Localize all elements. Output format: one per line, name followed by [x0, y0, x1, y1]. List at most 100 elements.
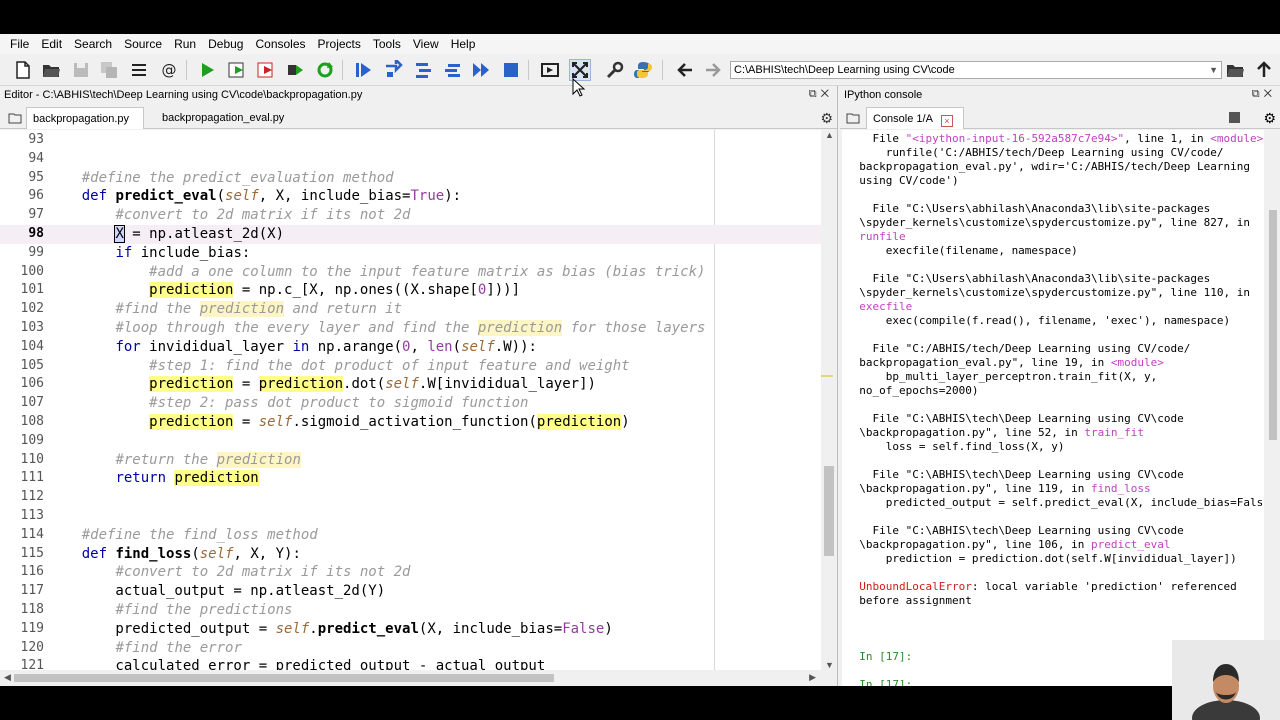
menu-source[interactable]: Source	[118, 34, 168, 54]
code-line[interactable]: 94	[0, 150, 822, 169]
editor-horizontal-scrollbar[interactable]: ◀ ▶	[0, 670, 822, 686]
file-browse-icon[interactable]	[8, 111, 22, 125]
code-line[interactable]: 113	[0, 507, 822, 526]
tab-backpropagation-eval[interactable]: backpropagation_eval.py×	[156, 107, 302, 148]
code-line[interactable]: 104 for invididual_layer in np.arange(0,…	[0, 338, 822, 357]
gear-icon[interactable]: ⚙	[1263, 110, 1276, 127]
debug-icon[interactable]	[352, 59, 374, 81]
preferences-wrench-icon[interactable]	[604, 59, 626, 81]
line-number: 94	[28, 150, 44, 166]
code-line[interactable]: 111 return prediction	[0, 469, 822, 488]
scroll-thumb[interactable]	[1269, 210, 1277, 440]
code-text: def predict_eval(self, X, include_bias=T…	[81, 188, 462, 205]
console-scrollbar[interactable]	[1266, 130, 1280, 686]
code-line[interactable]: 101 prediction = np.c_[X, np.ones((X.sha…	[0, 281, 822, 300]
step-into-icon[interactable]	[412, 59, 434, 81]
chevron-down-icon[interactable]: ▼	[1209, 62, 1218, 78]
console-line: \backpropagation.py", line 106, in predi…	[846, 538, 1171, 551]
code-line[interactable]: 120 #find the error	[0, 639, 822, 658]
tab-console-1a[interactable]: Console 1/A ×	[866, 107, 964, 129]
code-line[interactable]: 107 #step 2: pass dot product to sigmoid…	[0, 394, 822, 413]
browse-directory-icon[interactable]	[1224, 59, 1246, 81]
menu-consoles[interactable]: Consoles	[249, 34, 311, 54]
code-line[interactable]: 118 #find the predictions	[0, 601, 822, 620]
code-line[interactable]: 121 calculated_error = predicted_output …	[0, 657, 822, 670]
menu-edit[interactable]: Edit	[35, 34, 68, 54]
stop-debug-icon[interactable]	[500, 59, 522, 81]
run-cell-icon[interactable]	[226, 59, 248, 81]
menu-projects[interactable]: Projects	[312, 34, 367, 54]
scroll-left-icon[interactable]: ◀	[4, 672, 11, 683]
code-line[interactable]: 116 #convert to 2d matrix if its not 2d	[0, 563, 822, 582]
menu-run[interactable]: Run	[168, 34, 202, 54]
open-folder-icon[interactable]	[40, 59, 62, 81]
run-cell-advance-icon[interactable]	[255, 59, 277, 81]
code-line[interactable]: 93	[0, 131, 822, 150]
code-line[interactable]: 105 #step 1: find the dot product of inp…	[0, 357, 822, 376]
parent-directory-icon[interactable]	[1253, 59, 1275, 81]
menu-tools[interactable]: Tools	[367, 34, 407, 54]
undock-icon[interactable]: ⧉	[1252, 88, 1264, 100]
browse-tabs-icon[interactable]	[128, 59, 150, 81]
code-line[interactable]: 97 #convert to 2d matrix if its not 2d	[0, 206, 822, 225]
continue-icon[interactable]	[470, 59, 492, 81]
new-file-icon[interactable]	[12, 59, 34, 81]
menu-help[interactable]: Help	[445, 34, 482, 54]
run-selection-icon[interactable]	[284, 59, 306, 81]
run-icon[interactable]	[196, 59, 218, 81]
close-tab-icon[interactable]: ×	[940, 115, 953, 127]
code-text: for invididual_layer in np.arange(0, len…	[115, 338, 537, 355]
menu-search[interactable]: Search	[68, 34, 118, 54]
code-line[interactable]: 99 if include_bias:	[0, 244, 822, 263]
code-text: predicted_output = self.predict_eval(X, …	[48, 620, 613, 637]
code-line[interactable]: 115 def find_loss(self, X, Y):	[0, 545, 822, 564]
menu-file[interactable]: File	[4, 34, 35, 54]
stop-kernel-icon[interactable]	[1229, 112, 1240, 123]
tab-backpropagation[interactable]: backpropagation.py×	[26, 107, 144, 149]
save-all-icon[interactable]	[98, 59, 120, 81]
code-line[interactable]: 114 #define the find_loss method	[0, 526, 822, 545]
code-line[interactable]: 102 #find the prediction and return it	[0, 300, 822, 319]
code-line[interactable]: 108 prediction = self.sigmoid_activation…	[0, 413, 822, 432]
console-output[interactable]: File "<ipython-input-16-592a587c7e94>", …	[842, 130, 1264, 686]
file-browse-icon[interactable]	[846, 111, 860, 130]
save-icon[interactable]	[70, 59, 92, 81]
code-line[interactable]: 98 X = np.atleast_2d(X)	[0, 225, 822, 244]
code-text: #loop through the every layer and find t…	[115, 320, 706, 336]
working-directory-combo[interactable]: C:\ABHIS\tech\Deep Learning using CV\cod…	[730, 61, 1222, 79]
code-line[interactable]: 95 #define the predict_evaluation method	[0, 169, 822, 188]
step-icon[interactable]	[382, 59, 404, 81]
code-text: prediction = self.sigmoid_activation_fun…	[149, 414, 630, 430]
back-arrow-icon[interactable]	[674, 59, 696, 81]
menu-debug[interactable]: Debug	[202, 34, 249, 54]
editor-vertical-scrollbar[interactable]: ▲ ▼	[821, 130, 837, 670]
code-line[interactable]: 106 prediction = prediction.dot(self.W[i…	[0, 375, 822, 394]
code-line[interactable]: 117 actual_output = np.atleast_2d(Y)	[0, 582, 822, 601]
step-return-icon[interactable]	[442, 59, 464, 81]
code-line[interactable]: 103 #loop through the every layer and fi…	[0, 319, 822, 338]
editor-title: Editor - C:\ABHIS\tech\Deep Learning usi…	[4, 89, 363, 101]
code-line[interactable]: 100 #add a one column to the input featu…	[0, 263, 822, 282]
code-text: actual_output = np.atleast_2d(Y)	[48, 583, 386, 600]
code-line[interactable]: 96 def predict_eval(self, X, include_bia…	[0, 187, 822, 206]
scroll-right-icon[interactable]: ▶	[809, 672, 816, 683]
close-icon[interactable]: ✕	[1264, 88, 1276, 100]
scroll-thumb[interactable]	[14, 674, 554, 682]
rerun-icon[interactable]	[314, 59, 336, 81]
menu-view[interactable]: View	[407, 34, 445, 54]
scroll-thumb[interactable]	[824, 466, 834, 556]
scroll-down-icon[interactable]: ▼	[825, 660, 834, 670]
python-path-icon[interactable]	[632, 59, 654, 81]
code-line[interactable]: 119 predicted_output = self.predict_eval…	[0, 620, 822, 639]
maximize-pane-icon[interactable]	[539, 59, 561, 81]
code-line[interactable]: 109	[0, 432, 822, 451]
close-icon[interactable]: ✕	[821, 88, 833, 100]
scroll-up-icon[interactable]: ▲	[825, 130, 834, 140]
code-editor[interactable]: 93 94 95 #define the predict_evaluation me…	[0, 130, 822, 670]
code-line[interactable]: 110 #return the prediction	[0, 451, 822, 470]
gear-icon[interactable]: ⚙	[820, 110, 833, 127]
forward-arrow-icon[interactable]	[702, 59, 724, 81]
at-sign-icon[interactable]: @	[158, 59, 180, 81]
code-line[interactable]: 112	[0, 488, 822, 507]
undock-icon[interactable]: ⧉	[809, 88, 821, 100]
